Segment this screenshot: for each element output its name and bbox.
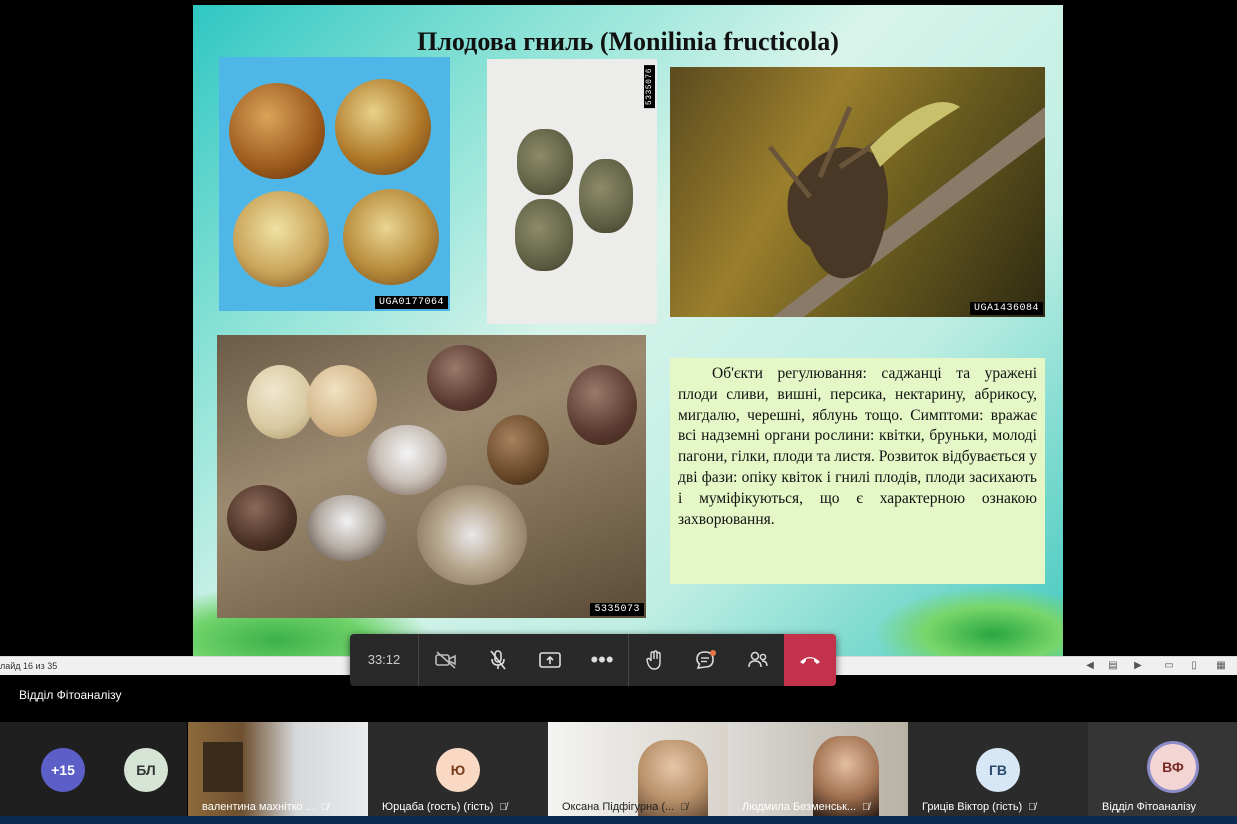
participant-name: Юрцаба (гость) (гість) 🎙̸ <box>382 801 507 813</box>
mic-off-icon: 🎙̸ <box>1028 802 1036 813</box>
mic-off-button[interactable] <box>472 634 524 686</box>
chat-button[interactable] <box>680 634 732 686</box>
fruit <box>229 83 325 179</box>
photo-tag: 5335073 <box>590 603 644 616</box>
cherry <box>227 485 297 551</box>
participant-tile-self[interactable]: ВФ Відділ Фітоаналізу <box>1088 722 1237 816</box>
participant-tile[interactable]: Ю Юрцаба (гость) (гість) 🎙̸ <box>368 722 548 816</box>
avatar: БЛ <box>124 748 168 792</box>
cherry <box>417 485 527 585</box>
mic-off-icon <box>490 650 506 670</box>
notes-icon[interactable]: ▤ <box>1107 660 1119 671</box>
participant-name: Гриців Віктор (гість) 🎙̸ <box>922 801 1036 813</box>
people-button[interactable] <box>732 634 784 686</box>
participant-tile[interactable]: ГВ Гриців Віктор (гість) 🎙̸ <box>908 722 1088 816</box>
share-icon <box>539 652 561 668</box>
participant-name-text: Юрцаба (гость) (гість) <box>382 801 494 813</box>
next-slide-icon[interactable]: ▶ <box>1132 660 1144 671</box>
raise-hand-icon <box>646 650 661 670</box>
cherry <box>367 425 447 495</box>
reading-view-icon[interactable]: ▯ <box>1188 660 1200 671</box>
more-button[interactable]: ••• <box>576 634 628 686</box>
branch-illustration <box>768 102 1045 317</box>
cherry <box>307 495 387 561</box>
camera-off-icon <box>435 651 456 669</box>
photo-mummified-fruits: 5335076 <box>487 59 657 324</box>
photo-tag: 5335076 <box>644 65 655 109</box>
presentation-slide: Плодова гниль (Monilinia fructicola) UGA… <box>193 5 1063 656</box>
avatar: ВФ <box>1150 744 1196 790</box>
participant-name: валентина махнітко ... 🎙̸ <box>202 801 328 813</box>
mic-off-icon: 🎙̸ <box>680 802 688 813</box>
call-timer: 33:12 <box>350 634 419 686</box>
participant-name-text: Оксана Підфігурна (... <box>562 801 675 813</box>
participant-name: Оксана Підфігурна (... 🎙̸ <box>562 801 688 813</box>
chat-icon <box>696 650 716 669</box>
participant-name-text: Гриців Віктор (гість) <box>922 801 1023 813</box>
taskbar-strip <box>0 816 1237 824</box>
photo-tag: UGA1436084 <box>969 302 1043 315</box>
fruit <box>233 191 329 287</box>
camera-off-button[interactable] <box>420 634 472 686</box>
mic-off-icon: 🎙̸ <box>862 802 870 813</box>
fruit <box>343 189 439 285</box>
fruit <box>335 79 431 175</box>
participant-name-text: Людмила Безменськ... <box>742 801 857 813</box>
avatar: Ю <box>436 748 480 792</box>
avatar: ГВ <box>976 748 1020 792</box>
mummy-fruit <box>517 129 573 195</box>
cherry <box>487 415 549 485</box>
mummy-fruit <box>579 159 633 233</box>
grid-view-icon[interactable]: ▦ <box>1215 660 1227 671</box>
cherry <box>567 365 637 445</box>
participant-strip: +15 БЛ валентина махнітко ... 🎙̸ Ю Юрцаба… <box>0 722 1237 816</box>
slide-counter: лайд 16 из 35 <box>0 661 58 671</box>
hangup-icon <box>800 657 820 664</box>
mummy-fruit <box>515 199 573 271</box>
meeting-title: Відділ Фітоаналізу <box>19 688 122 702</box>
people-icon <box>748 651 768 668</box>
photo-infected-branch: UGA1436084 <box>670 67 1045 317</box>
hangup-button[interactable] <box>784 634 836 686</box>
slide-description: Об'єкти регулювання: саджанці та уражені… <box>670 358 1045 584</box>
participant-name: Відділ Фітоаналізу <box>1102 801 1196 813</box>
participant-name: Людмила Безменськ... 🎙̸ <box>742 801 870 813</box>
mic-off-icon: 🎙̸ <box>320 802 329 813</box>
cherry <box>307 365 377 437</box>
photo-rotten-cherries: 5335073 <box>217 335 646 618</box>
participant-tile-video[interactable]: валентина махнітко ... 🎙̸ <box>188 722 368 816</box>
participant-name-text: валентина махнітко ... <box>202 801 315 813</box>
share-button[interactable] <box>524 634 576 686</box>
video-feed <box>203 742 243 792</box>
call-controls: 33:12 ••• <box>350 634 836 686</box>
normal-view-icon[interactable]: ▭ <box>1163 660 1175 671</box>
slide-title: Плодова гниль (Monilinia fructicola) <box>417 27 839 56</box>
prev-slide-icon[interactable]: ◀ <box>1084 660 1096 671</box>
photo-tag: UGA0177064 <box>374 296 448 309</box>
overflow-count-avatar[interactable]: +15 <box>41 748 85 792</box>
shared-screen: Плодова гниль (Monilinia fructicola) UGA… <box>0 0 1237 656</box>
participant-tile-overflow[interactable]: +15 БЛ <box>0 722 187 816</box>
photo-rotted-fruits: UGA0177064 <box>219 57 450 311</box>
cherry <box>427 345 497 411</box>
raise-hand-button[interactable] <box>628 634 681 686</box>
more-icon: ••• <box>590 647 614 672</box>
participant-tile-video[interactable]: Оксана Підфігурна (... 🎙̸ <box>548 722 728 816</box>
participant-tile-video[interactable]: Людмила Безменськ... 🎙̸ <box>728 722 908 816</box>
cherry <box>247 365 313 439</box>
mic-off-icon: 🎙̸ <box>499 802 507 813</box>
